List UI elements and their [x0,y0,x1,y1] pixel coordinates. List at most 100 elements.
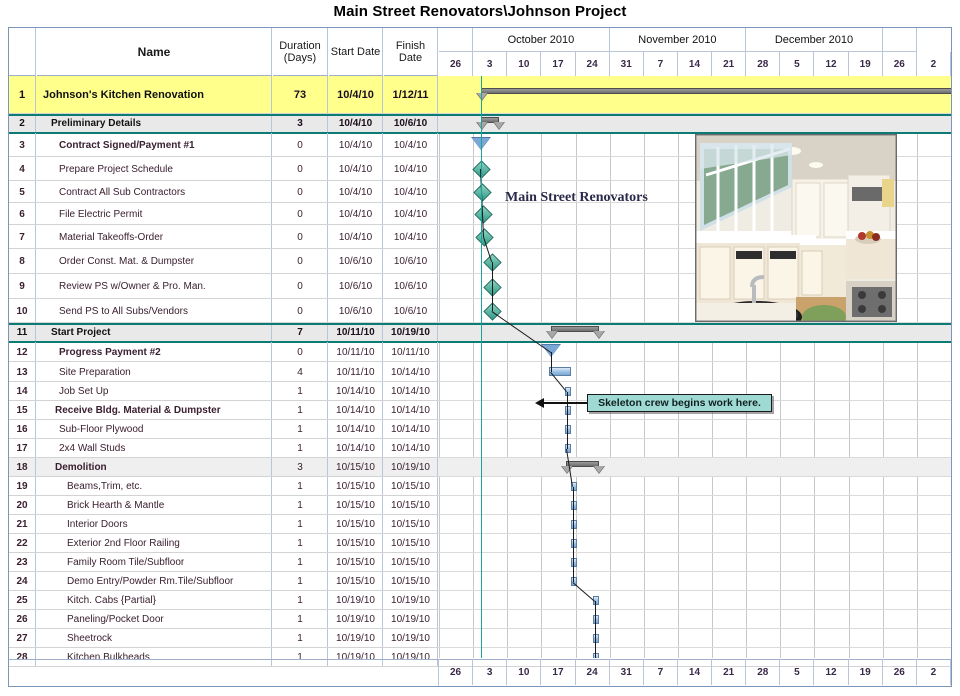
task-finish-date: 1/12/11 [384,76,438,114]
task-start-date: 10/4/10 [329,181,383,203]
task-start-date: 10/19/10 [329,591,383,610]
timeline-week-5-10: 5 [780,52,814,76]
timeline-row-band [439,534,951,553]
task-name: Demo Entry/Powder Rm.Tile/Subfloor [37,572,272,591]
annotation-arrow-head [535,398,544,408]
page-title: Main Street Renovators\Johnson Project [0,0,960,26]
dependency-link [573,544,574,563]
summary-bar-end-cap[interactable] [493,122,505,130]
task-finish-date: 10/14/10 [384,439,438,458]
task-bar[interactable] [593,653,599,659]
row-number: 17 [9,439,36,458]
task-duration: 0 [273,157,328,181]
task-finish-date: 10/11/10 [384,342,438,362]
timeline-row-band [439,114,951,133]
row-number: 16 [9,420,36,439]
summary-bar-start-cap[interactable] [476,93,488,101]
row-number: 10 [9,299,36,323]
timeline-month-november-2010: November 2010 [610,28,747,52]
row-number: 23 [9,553,36,572]
row-number: 20 [9,496,36,515]
task-start-date: 10/19/10 [329,610,383,629]
dependency-link [573,506,574,525]
footer-week-3-1: 3 [473,659,507,685]
footer-week-5-10: 5 [780,659,814,685]
summary-bar[interactable] [551,326,599,332]
task-name: Exterior 2nd Floor Railing [37,534,272,553]
row-number: 5 [9,181,36,203]
task-finish-date: 10/14/10 [384,420,438,439]
task-duration: 1 [273,610,328,629]
row-number: 11 [9,323,36,342]
row-number: 13 [9,362,36,382]
row-number: 14 [9,382,36,401]
timeline-row-band [439,342,951,362]
task-bar[interactable] [593,634,599,643]
column-header-num [9,28,36,76]
task-name: Interior Doors [37,515,272,534]
timeline-row-band [439,496,951,515]
task-bar[interactable] [565,406,571,415]
task-finish-date: 10/19/10 [384,323,438,342]
task-name: Johnson's Kitchen Renovation [37,76,272,114]
task-bar[interactable] [571,520,577,529]
task-name: Family Room Tile/Subfloor [37,553,272,572]
task-start-date: 10/6/10 [329,274,383,299]
timeline-row-band [439,439,951,458]
task-bar[interactable] [593,615,599,624]
watermark-text: Main Street Renovators [505,190,648,206]
timeline-row-separator-top [439,114,951,116]
summary-bar-end-cap[interactable] [593,331,605,339]
task-bar[interactable] [571,558,577,567]
task-finish-date: 10/4/10 [384,181,438,203]
row-number: 18 [9,458,36,477]
timeline-week-7-6: 7 [644,52,678,76]
row-number: 15 [9,401,36,420]
task-start-date: 10/14/10 [329,382,383,401]
timeline-week-26-13: 26 [883,52,917,76]
row-number: 27 [9,629,36,648]
task-start-date: 10/4/10 [329,203,383,225]
timeline-week-17-3: 17 [541,52,575,76]
task-duration: 1 [273,439,328,458]
task-start-date: 10/15/10 [329,515,383,534]
task-duration: 4 [273,362,328,382]
task-finish-date: 10/14/10 [384,362,438,382]
footer-week-14-7: 14 [678,659,712,685]
task-bar[interactable] [571,501,577,510]
timeline-row-separator-top [439,323,951,325]
task-start-date: 10/4/10 [329,225,383,249]
footer-week-21-8: 21 [712,659,746,685]
footer-week-10-2: 10 [507,659,541,685]
task-name: Job Set Up [37,382,272,401]
summary-bar-end-cap[interactable] [593,466,605,474]
row-number: 1 [9,76,36,114]
timeline-row-band [439,515,951,534]
row-number: 4 [9,157,36,181]
summary-bar-start-cap[interactable] [561,466,573,474]
dependency-link [551,352,552,372]
timeline-month-blank-4 [883,28,917,52]
summary-bar-start-cap[interactable] [546,331,558,339]
task-finish-date: 10/4/10 [384,203,438,225]
timeline-row-band [439,362,951,382]
timeline-row-band [439,76,951,114]
timeline-row-band [439,553,951,572]
task-duration: 0 [273,274,328,299]
timeline-row-band [439,323,951,342]
task-duration: 0 [273,181,328,203]
task-bar[interactable] [571,539,577,548]
footer-week-12-11: 12 [814,659,848,685]
task-bar[interactable] [565,425,571,434]
summary-bar-start-cap[interactable] [476,122,488,130]
task-start-date: 10/19/10 [329,629,383,648]
task-start-date: 10/15/10 [329,477,383,496]
task-name: Preliminary Details [37,114,272,133]
column-header-finish-date: Finish Date [384,28,438,76]
footer-week-7-6: 7 [644,659,678,685]
column-header-duration: Duration (Days) [273,28,328,76]
task-duration: 73 [273,76,328,114]
summary-bar[interactable] [481,88,951,94]
row-number: 12 [9,342,36,362]
timeline-week-19-12: 19 [849,52,883,76]
